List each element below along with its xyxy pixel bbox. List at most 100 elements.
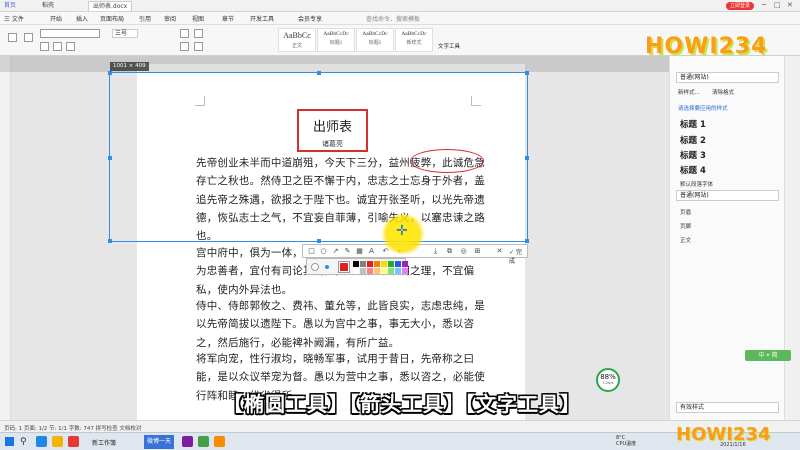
paste-icon[interactable] — [8, 33, 17, 42]
style-entry-header[interactable]: 页眉 — [680, 208, 691, 216]
style-entry-footer[interactable]: 页脚 — [680, 222, 691, 230]
menu-file[interactable]: 三 文件 — [4, 14, 24, 23]
tab-home[interactable]: 首页 — [4, 1, 16, 11]
color-swatch[interactable] — [381, 268, 387, 274]
show-style-select[interactable]: 有效样式 — [676, 402, 779, 413]
menu-chapter[interactable]: 章节 — [222, 14, 234, 23]
resize-handle[interactable] — [108, 71, 112, 75]
style-entry-heading2[interactable]: 标题 2 — [680, 134, 706, 146]
ellipse-icon[interactable]: ○ — [319, 247, 328, 256]
style-heading1[interactable]: AaBbCcDc 标题1 — [317, 28, 355, 52]
font-size-select[interactable]: 三号 — [112, 29, 138, 38]
menu-layout[interactable]: 页面布局 — [100, 14, 124, 23]
menu-review[interactable]: 审阅 — [164, 14, 176, 23]
brush-medium[interactable] — [325, 265, 329, 269]
underline-icon[interactable] — [66, 42, 75, 51]
login-button[interactable]: 立即登录 — [726, 2, 754, 10]
app-icon[interactable] — [214, 436, 225, 447]
menu-insert[interactable]: 插入 — [76, 14, 88, 23]
clear-format-button[interactable]: 清除格式 — [712, 88, 734, 96]
app-icon[interactable] — [36, 436, 47, 447]
color-swatch[interactable] — [367, 268, 373, 274]
style-normal[interactable]: AaBbCc 正文 — [278, 28, 316, 52]
tab-docer[interactable]: 稻壳 — [42, 1, 54, 11]
cancel-icon[interactable]: ✕ — [495, 247, 504, 256]
save-icon[interactable]: ⤓ — [431, 247, 440, 256]
tray-weather[interactable]: 8°C CPU温度 — [616, 435, 636, 447]
color-swatch[interactable] — [388, 261, 394, 267]
style-entry-heading4[interactable]: 标题 4 — [680, 164, 706, 176]
color-swatch[interactable] — [402, 261, 408, 267]
ime-badge[interactable]: 中 ⌖ 简 — [745, 350, 791, 361]
tab-document[interactable]: 出师表.docx — [88, 1, 133, 11]
align-center-icon[interactable] — [194, 42, 203, 51]
italic-icon[interactable] — [53, 42, 62, 51]
maximize-icon[interactable]: □ — [774, 1, 781, 9]
app-icon[interactable] — [198, 436, 209, 447]
bullet-list-icon[interactable] — [180, 29, 189, 38]
color-swatch[interactable] — [388, 268, 394, 274]
style-entry-heading1[interactable]: 标题 1 — [680, 118, 706, 130]
copy-icon[interactable]: ⧉ — [445, 247, 454, 256]
style-entry-default-font[interactable]: 默认段落字体 — [680, 180, 713, 188]
number-list-icon[interactable] — [194, 29, 203, 38]
command-search[interactable]: 查找命令、搜索模板 — [366, 14, 420, 23]
brush-small[interactable] — [311, 263, 319, 271]
share-icon[interactable]: ◎ — [459, 247, 468, 256]
color-swatch[interactable] — [395, 261, 401, 267]
resize-handle[interactable] — [108, 239, 112, 243]
color-swatch[interactable] — [360, 268, 366, 274]
pen-icon[interactable]: ✎ — [343, 247, 352, 256]
menu-view[interactable]: 视图 — [192, 14, 204, 23]
resize-handle[interactable] — [317, 71, 321, 75]
style-entry-body[interactable]: 正文 — [680, 236, 691, 244]
color-swatch[interactable] — [374, 268, 380, 274]
style-new[interactable]: AaBbCcDc 新样式 — [395, 28, 433, 52]
color-swatch[interactable] — [353, 261, 359, 267]
app-icon[interactable] — [52, 436, 63, 447]
app-icon[interactable] — [182, 436, 193, 447]
color-swatch[interactable] — [381, 261, 387, 267]
current-style-select[interactable]: 普通(网站) — [676, 72, 779, 83]
menu-member[interactable]: 会员专享 — [298, 14, 322, 23]
taskbar-app-label[interactable]: 新工作簿 — [92, 438, 116, 447]
menu-developer[interactable]: 开发工具 — [250, 14, 274, 23]
taskbar-active-app[interactable]: 微博一天 — [144, 435, 174, 449]
resize-handle[interactable] — [108, 156, 112, 160]
resize-handle[interactable] — [525, 71, 529, 75]
color-swatch[interactable] — [367, 261, 373, 267]
align-left-icon[interactable] — [180, 42, 189, 51]
color-swatch[interactable] — [395, 268, 401, 274]
pinned-icon[interactable]: ⊞ — [473, 247, 482, 256]
finish-button[interactable]: ✓ 完成 — [509, 247, 527, 265]
windows-start-icon[interactable] — [5, 437, 14, 446]
mosaic-icon[interactable]: ▦ — [355, 247, 364, 256]
menu-references[interactable]: 引用 — [139, 14, 151, 23]
color-swatch[interactable] — [402, 268, 408, 274]
style-heading2[interactable]: AaBbCcDc 标题2 — [356, 28, 394, 52]
resize-handle[interactable] — [317, 239, 321, 243]
text-tool-button[interactable]: 文字工具 — [438, 42, 460, 50]
capture-selection[interactable] — [108, 71, 529, 243]
format-painter-icon[interactable] — [24, 33, 33, 42]
style-entry-heading3[interactable]: 标题 3 — [680, 149, 706, 161]
close-icon[interactable]: ✕ — [787, 1, 793, 9]
rect-icon[interactable]: □ — [307, 247, 316, 256]
new-style-button[interactable]: 新样式... — [678, 88, 700, 96]
search-icon[interactable]: ⚲ — [20, 437, 27, 447]
status-text: 页码: 1 页面: 1/2 节: 1/1 字数: 747 拼写检查 文档校对 — [4, 426, 142, 432]
app-icon[interactable] — [68, 436, 79, 447]
style-heading2-name: 标题2 — [368, 41, 382, 46]
color-swatch[interactable] — [353, 268, 359, 274]
font-name-select[interactable] — [40, 29, 100, 38]
minimize-icon[interactable]: ─ — [762, 1, 766, 9]
color-swatch[interactable] — [360, 261, 366, 267]
menu-home[interactable]: 开始 — [50, 14, 62, 23]
resize-handle[interactable] — [525, 239, 529, 243]
arrow-icon[interactable]: ↗ — [331, 247, 340, 256]
text-icon[interactable]: A — [367, 247, 376, 256]
resize-handle[interactable] — [525, 156, 529, 160]
bold-icon[interactable] — [40, 42, 49, 51]
style-entry-web[interactable]: 普通(网站) — [676, 190, 779, 201]
color-swatch[interactable] — [374, 261, 380, 267]
